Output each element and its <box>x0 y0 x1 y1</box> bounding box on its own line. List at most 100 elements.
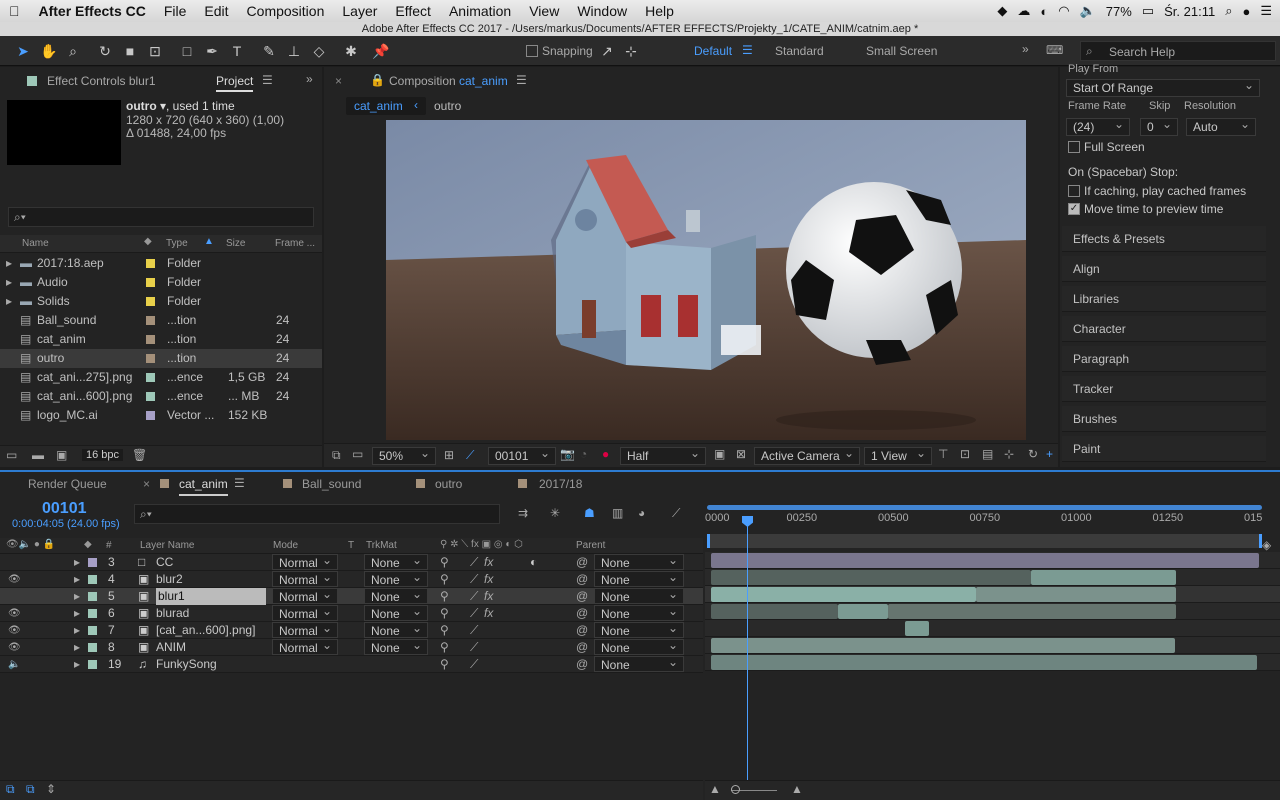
quality-switch-icon[interactable]: ⟋ <box>470 622 478 639</box>
parent-dropdown[interactable]: None <box>594 654 684 672</box>
in-out-toggle-icon[interactable]: ⇕ <box>46 782 56 796</box>
region-of-interest-icon[interactable]: ▣ <box>714 447 725 461</box>
audio-toggle-icon[interactable]: 🔈 <box>8 656 20 673</box>
parent-dropdown[interactable]: None <box>594 586 684 604</box>
toggle-pixel-aspect-icon[interactable]: ⊤ <box>938 447 948 461</box>
layer-name[interactable]: blurad <box>156 605 189 622</box>
quality-switch-icon[interactable]: ⟋ <box>470 639 478 656</box>
label-color-swatch[interactable] <box>146 278 155 287</box>
expand-arrow-icon[interactable]: ▸ <box>74 554 80 571</box>
cloud-icon[interactable]: ☁ <box>1017 3 1030 19</box>
menu-layer[interactable]: Layer <box>333 3 386 19</box>
layer-duration-bar[interactable] <box>711 638 1175 653</box>
breadcrumb-outro[interactable]: outro <box>434 99 461 113</box>
menu-file[interactable]: File <box>155 3 196 19</box>
label-color-swatch[interactable] <box>146 392 155 401</box>
expand-arrow-icon[interactable]: ▸ <box>74 571 80 588</box>
close-tab-icon[interactable]: × <box>143 477 150 491</box>
label-color-swatch[interactable] <box>146 316 155 325</box>
col-trkmat[interactable]: TrkMat <box>366 540 397 551</box>
resolution-dropdown[interactable]: Half <box>620 445 706 465</box>
layer-name[interactable]: [cat_an...600].png] <box>156 622 255 639</box>
contrast-icon[interactable]: ◐ <box>1040 4 1048 19</box>
menu-edit[interactable]: Edit <box>195 3 237 19</box>
layer-duration-bar[interactable] <box>905 621 929 636</box>
zoom-in-icon[interactable]: ▲ <box>791 782 803 796</box>
track-matte-dropdown[interactable]: None <box>364 552 428 570</box>
text-tool-icon[interactable]: T <box>228 42 246 60</box>
panel-paragraph[interactable]: Paragraph <box>1062 346 1266 372</box>
work-area-bar[interactable] <box>707 534 1262 548</box>
snapshot-camera-icon[interactable]: 📷 <box>560 447 575 461</box>
expand-arrow-icon[interactable]: ▸ <box>6 273 12 292</box>
quality-switch-icon[interactable]: ⟋ <box>470 554 478 571</box>
panel-brushes[interactable]: Brushes <box>1062 406 1266 432</box>
expand-arrow-icon[interactable]: ▸ <box>6 292 12 311</box>
blend-mode-dropdown[interactable]: Normal <box>272 586 338 604</box>
layer-row[interactable]: 👁 ▸ 7 ▣ [cat_an...600].png] Normal None ⚲ ⟋ @ None <box>0 620 703 639</box>
zoom-out-icon[interactable]: ▲ <box>709 782 721 796</box>
layer-row[interactable]: 👁 ▸ 8 ▣ ANIM Normal None ⚲ ⟋ @ None <box>0 637 703 656</box>
snapping-checkbox[interactable] <box>526 45 538 57</box>
project-item[interactable]: ▤ cat_anim ...tion 24 <box>0 330 322 349</box>
panel-align[interactable]: Align <box>1062 256 1266 282</box>
zoom-slider-handle[interactable] <box>731 785 740 794</box>
tab-2017-18[interactable]: 2017/18 <box>539 474 582 494</box>
shy-switch-icon[interactable]: ⚲ <box>440 656 449 673</box>
col-type[interactable]: Type <box>166 238 188 249</box>
layer-duration-bar[interactable] <box>976 587 1176 602</box>
preview-skip-dropdown[interactable]: 0 <box>1140 116 1178 136</box>
menu-help[interactable]: Help <box>636 3 683 19</box>
magnification-dropdown[interactable]: 50% <box>372 445 436 465</box>
frame-blending-icon[interactable]: ▥ <box>612 506 623 520</box>
search-help-toggle-icon[interactable]: ⌨ <box>1046 43 1063 57</box>
label-color-swatch[interactable] <box>88 643 97 652</box>
project-item[interactable]: ▤ Ball_sound ...tion 24 <box>0 311 322 330</box>
spotlight-icon[interactable]: ⌕ <box>1225 3 1232 19</box>
fast-previews-icon[interactable]: ⊡ <box>960 447 970 461</box>
quality-switch-icon[interactable]: ⟋ <box>470 588 478 605</box>
menu-view[interactable]: View <box>520 3 568 19</box>
expand-arrow-icon[interactable]: ▸ <box>74 588 80 605</box>
preview-resolution-dropdown[interactable]: Auto <box>1186 116 1256 136</box>
menu-animation[interactable]: Animation <box>440 3 520 19</box>
roto-brush-tool-icon[interactable]: ✱ <box>342 42 360 60</box>
parent-dropdown[interactable]: None <box>594 637 684 655</box>
view-layout-dropdown[interactable]: 1 View <box>864 445 932 465</box>
label-color-swatch[interactable] <box>146 354 155 363</box>
layer-name[interactable]: blur1 <box>156 588 266 605</box>
3d-view-dropdown[interactable]: Active Camera <box>754 445 860 465</box>
tab-outro[interactable]: outro <box>435 474 462 494</box>
menu-effect[interactable]: Effect <box>386 3 440 19</box>
selection-tool-icon[interactable]: ➤ <box>14 42 32 60</box>
transparency-grid-icon[interactable]: ⊠ <box>736 447 746 461</box>
adjustment-layer-icon[interactable]: ◐ <box>530 554 537 571</box>
label-color-swatch[interactable] <box>146 335 155 344</box>
reset-exposure-icon[interactable]: ↻ <box>1028 447 1038 461</box>
shy-switch-icon[interactable]: ⚲ <box>440 554 449 571</box>
label-color-swatch[interactable] <box>88 575 97 584</box>
track-matte-dropdown[interactable]: None <box>364 603 428 621</box>
col-t[interactable]: T <box>348 540 354 551</box>
layer-duration-bar[interactable] <box>1031 570 1176 585</box>
channel-rgb-icon[interactable]: ● <box>602 447 609 461</box>
brush-tool-icon[interactable]: ✎ <box>260 42 278 60</box>
composition-tab-name[interactable]: cat_anim <box>459 74 508 88</box>
timeline-icon[interactable]: ▤ <box>982 447 993 461</box>
layer-duration-bar[interactable] <box>711 587 976 602</box>
layer-duration-bar[interactable] <box>711 553 1259 568</box>
full-screen-checkbox[interactable] <box>1068 141 1080 153</box>
label-color-swatch[interactable] <box>88 592 97 601</box>
blend-mode-dropdown[interactable]: Normal <box>272 637 338 655</box>
if-caching-checkbox[interactable] <box>1068 185 1080 197</box>
panel-menu-icon[interactable]: ☰ <box>516 73 527 87</box>
blend-mode-dropdown[interactable]: Normal <box>272 569 338 587</box>
project-item[interactable]: ▸ ▬ 2017:18.aep Folder <box>0 254 322 273</box>
col-name[interactable]: Name <box>22 238 49 249</box>
panel-paint[interactable]: Paint <box>1062 436 1266 462</box>
layer-row[interactable]: 🔈 ▸ 19 ♫ FunkySong ⚲ ⟋ @ None <box>0 654 703 673</box>
label-color-swatch[interactable] <box>146 411 155 420</box>
layer-search-input[interactable]: ⌕▾ <box>134 504 500 524</box>
workspace-small-screen[interactable]: Small Screen <box>866 44 937 58</box>
label-color-swatch[interactable] <box>146 373 155 382</box>
